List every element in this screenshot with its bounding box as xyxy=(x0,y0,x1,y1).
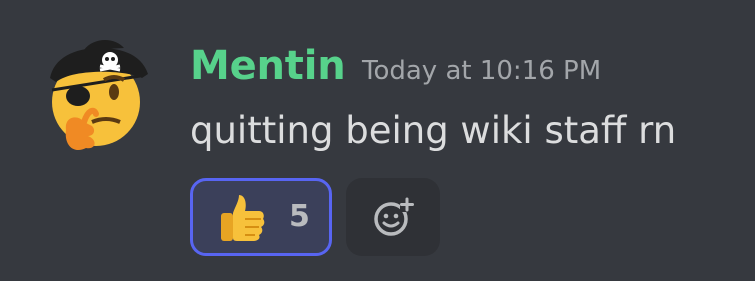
reaction-count: 5 xyxy=(289,199,310,234)
chat-message: Mentin Today at 10:16 PM quitting being … xyxy=(0,0,755,281)
thinking-pirate-emoji-icon xyxy=(50,39,148,150)
reaction-thumbs-up[interactable]: 5 xyxy=(190,178,332,256)
thumbs-up-icon xyxy=(221,195,265,241)
message-timestamp: Today at 10:16 PM xyxy=(362,56,602,86)
add-reaction-button[interactable] xyxy=(346,178,440,256)
avatar[interactable] xyxy=(44,30,156,158)
add-reaction-icon xyxy=(374,197,415,236)
message-content: quitting being wiki staff rn xyxy=(190,109,677,152)
message-author[interactable]: Mentin xyxy=(190,38,346,94)
